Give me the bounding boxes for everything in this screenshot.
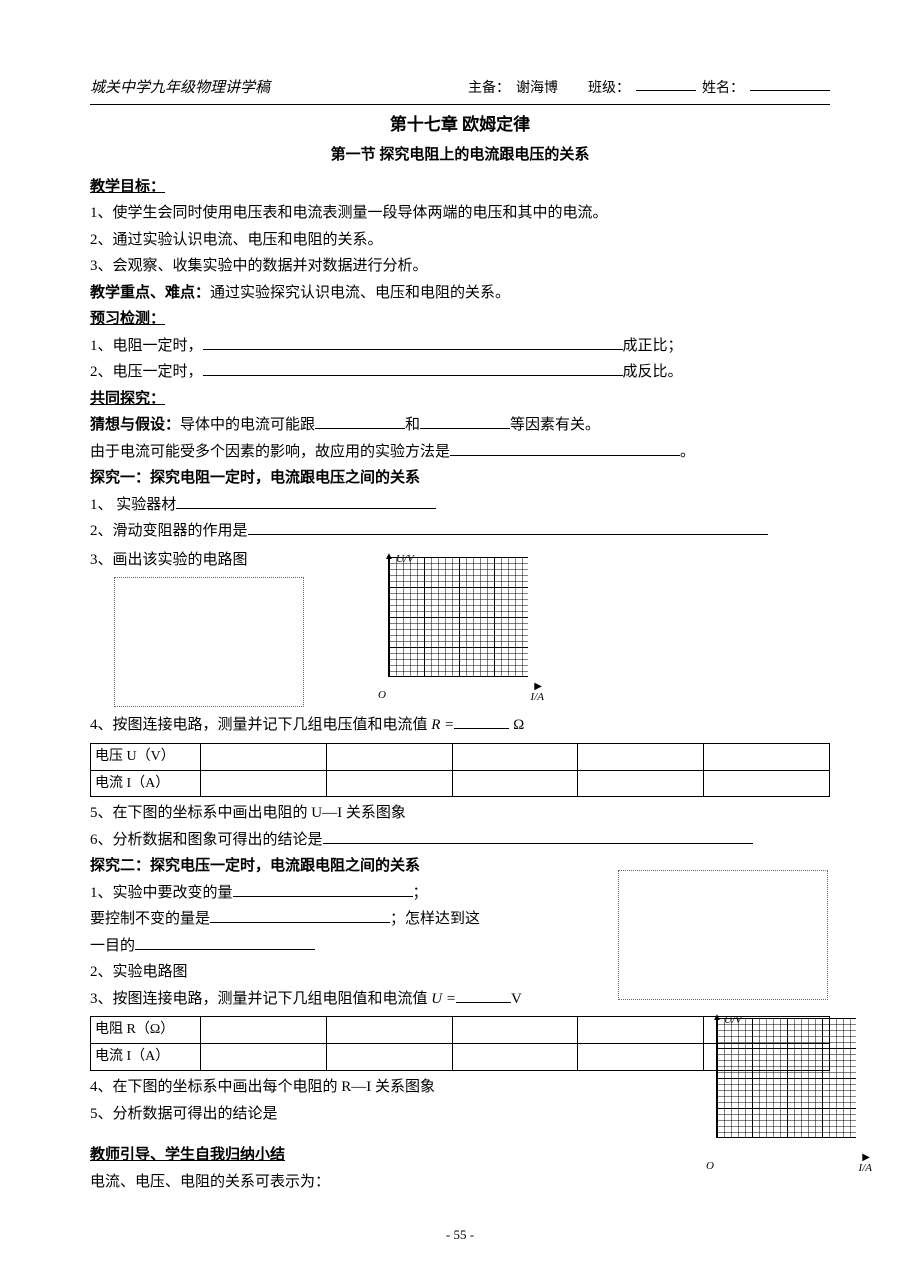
inv1-row1-label: 电压 U（V）: [91, 743, 201, 770]
inv1-origin: O: [378, 686, 386, 705]
preview-1-blank[interactable]: [203, 335, 623, 350]
class-blank[interactable]: [636, 77, 696, 91]
inv2-circuit-box[interactable]: [618, 870, 828, 1000]
inv2-1a-blank[interactable]: [233, 882, 413, 897]
inv1-6: 6、分析数据和图象可得出的结论是: [90, 828, 830, 854]
name-label: 姓名：: [702, 77, 744, 101]
inv1-4-blank[interactable]: [454, 714, 509, 729]
inv1-ylabel: U/V: [396, 550, 414, 569]
preview-2b: 成反比。: [623, 364, 683, 380]
preview-2-blank[interactable]: [203, 361, 623, 376]
inv1-6-blank[interactable]: [323, 829, 753, 844]
difficulty-label: 教学重点、难点：: [90, 285, 210, 301]
inv2-xlabel: I/A: [859, 1159, 872, 1178]
preview-1b: 成正比；: [623, 338, 683, 354]
inv2-1b: ；: [413, 885, 428, 901]
inv2-origin: O: [706, 1157, 714, 1176]
prep-label: 主备：: [468, 77, 510, 101]
prep-name: 谢海博: [516, 77, 558, 101]
method-row: 由于电流可能受多个因素的影响，故应用的实验方法是。: [90, 440, 830, 466]
table-row: 电流 I（A）: [91, 770, 830, 797]
header-fields: 主备： 谢海博 班级： 姓名：: [468, 77, 830, 101]
inv1-4-unit: Ω: [513, 717, 524, 733]
inv2-1e-label: 一目的: [90, 938, 135, 954]
inv1-4-text: 4、按图连接电路，测量并记下几组电压值和电流值: [90, 717, 431, 733]
inv1-4-r: R =: [431, 717, 454, 733]
name-blank[interactable]: [750, 77, 830, 91]
inv1-row2-label: 电流 I（A）: [91, 770, 201, 797]
inv1-2-label: 2、滑动变阻器的作用是: [90, 523, 248, 539]
inv1-1-label: 1、 实验器材: [90, 497, 176, 513]
goal-2: 2、通过实验认识电流、电压和电阻的关系。: [90, 228, 830, 254]
goal-3: 3、会观察、收集实验中的数据并对数据进行分析。: [90, 254, 830, 280]
inv2-1c-blank[interactable]: [210, 908, 390, 923]
table-row: 电压 U（V）: [91, 743, 830, 770]
preview-2: 2、电压一定时， 成反比。: [90, 360, 830, 386]
hypothesis: 猜想与假设：导体中的电流可能跟 和 等因素有关。: [90, 413, 830, 439]
hyp-blank-1[interactable]: [315, 414, 405, 429]
method-text: 由于电流可能受多个因素的影响，故应用的实验方法是: [90, 444, 450, 460]
inv2-3-text: 3、按图连接电路，测量并记下几组电阻值和电流值: [90, 991, 431, 1007]
hyp-blank-2[interactable]: [420, 414, 510, 429]
goal-1: 1、使学生会同时使用电压表和电流表测量一段导体两端的电压和其中的电流。: [90, 201, 830, 227]
chapter-title: 第十七章 欧姆定律: [90, 111, 830, 140]
hyp-c: 等因素有关。: [510, 417, 600, 433]
difficulty-row: 教学重点、难点：通过实验探究认识电流、电压和电阻的关系。: [90, 281, 830, 307]
difficulty-text: 通过实验探究认识电流、电压和电阻的关系。: [210, 285, 510, 301]
goals-heading: 教学目标：: [90, 175, 830, 201]
inv2-1a-label: 1、实验中要改变的量: [90, 885, 233, 901]
inv1-1-blank[interactable]: [176, 494, 436, 509]
preview-2a: 2、电压一定时，: [90, 364, 203, 380]
inv1-6-label: 6、分析数据和图象可得出的结论是: [90, 832, 323, 848]
section-title: 第一节 探究电阻上的电流跟电压的关系: [90, 143, 830, 169]
preview-1a: 1、电阻一定时，: [90, 338, 203, 354]
preview-heading: 预习检测：: [90, 307, 830, 333]
inv2-row1-label: 电阻 R（Ω）: [91, 1017, 201, 1044]
inv2-3-unit: V: [511, 991, 522, 1007]
inv2-3-blank[interactable]: [456, 988, 511, 1003]
inv1-graph[interactable]: ▲ U/V ▶ I/A O: [370, 553, 540, 693]
explore-heading: 共同探究：: [90, 387, 830, 413]
inv2-1d: ；怎样达到这: [390, 911, 480, 927]
inv2-row2-label: 电流 I（A）: [91, 1044, 201, 1071]
inv1-1: 1、 实验器材: [90, 493, 830, 519]
hyp-a: 导体中的电流可能跟: [180, 417, 315, 433]
page-header: 城关中学九年级物理讲学稿 主备： 谢海博 班级： 姓名：: [90, 76, 830, 105]
inv1-2-blank[interactable]: [248, 520, 768, 535]
inv2-ylabel: U/V: [724, 1011, 742, 1030]
school-name: 城关中学九年级物理讲学稿: [90, 76, 468, 102]
inv1-5: 5、在下图的坐标系中画出电阻的 U—I 关系图象: [90, 801, 830, 827]
inv2-1e-blank[interactable]: [135, 935, 315, 950]
inv1-heading: 探究一：探究电阻一定时，电流跟电压之间的关系: [90, 466, 830, 492]
inv1-4: 4、按图连接电路，测量并记下几组电压值和电流值 R = Ω: [90, 713, 830, 739]
hyp-label: 猜想与假设：: [90, 417, 180, 433]
method-blank[interactable]: [450, 441, 680, 456]
preview-1: 1、电阻一定时， 成正比；: [90, 334, 830, 360]
inv2-3-u: U =: [431, 991, 456, 1007]
class-label: 班级：: [588, 77, 630, 101]
hyp-b: 和: [405, 417, 420, 433]
inv1-table[interactable]: 电压 U（V） 电流 I（A）: [90, 743, 830, 798]
inv1-xlabel: I/A: [531, 688, 544, 707]
page-footer: - 55 -: [0, 1224, 920, 1246]
inv1-2: 2、滑动变阻器的作用是: [90, 519, 830, 545]
inv1-3: 3、画出该实验的电路图: [90, 548, 310, 574]
inv2-1c-label: 要控制不变的量是: [90, 911, 210, 927]
summary-text: 电流、电压、电阻的关系可表示为：: [90, 1170, 830, 1196]
inv2-graph[interactable]: ▲ U/V ▶ I/A O: [698, 1014, 868, 1164]
inv1-circuit-box[interactable]: [114, 577, 304, 707]
